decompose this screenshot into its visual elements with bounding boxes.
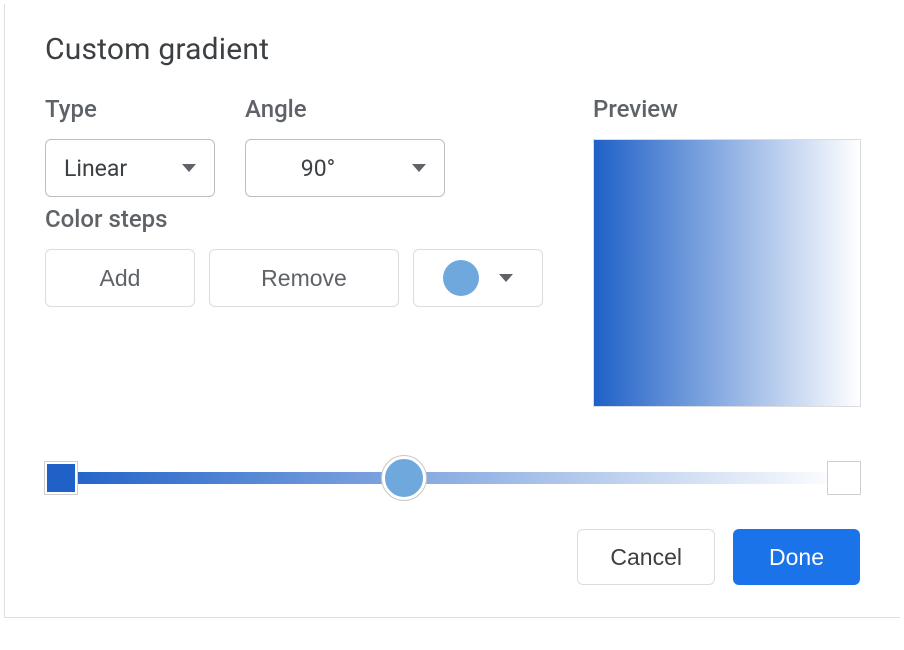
slider-track <box>59 472 846 484</box>
gradient-stop-end[interactable] <box>828 462 860 494</box>
color-steps-row: Add Remove <box>45 249 543 307</box>
caret-down-icon <box>412 164 426 172</box>
gradient-slider-thumb[interactable] <box>382 456 426 500</box>
done-button[interactable]: Done <box>733 529 860 585</box>
gradient-preview <box>593 139 861 407</box>
custom-gradient-dialog: Custom gradient Type Linear Angle 90° <box>4 4 900 618</box>
caret-down-icon <box>499 274 513 282</box>
step-color-select[interactable] <box>413 249 543 307</box>
caret-down-icon <box>182 164 196 172</box>
left-column: Type Linear Angle 90° Color steps Add <box>45 95 543 407</box>
color-steps-label: Color steps <box>45 205 543 233</box>
right-column: Preview <box>593 95 861 407</box>
type-value: Linear <box>64 155 127 182</box>
type-select[interactable]: Linear <box>45 139 215 197</box>
gradient-stop-start[interactable] <box>45 462 77 494</box>
preview-label: Preview <box>593 95 861 123</box>
gradient-slider[interactable] <box>45 455 860 501</box>
type-angle-row: Type Linear Angle 90° <box>45 95 543 197</box>
dialog-footer: Cancel Done <box>45 529 860 585</box>
main-row: Type Linear Angle 90° Color steps Add <box>45 95 860 407</box>
color-swatch-icon <box>443 260 479 296</box>
cancel-button[interactable]: Cancel <box>577 529 715 585</box>
add-step-button[interactable]: Add <box>45 249 195 307</box>
angle-value: 90° <box>264 155 372 182</box>
dialog-title: Custom gradient <box>45 32 860 67</box>
remove-step-button[interactable]: Remove <box>209 249 399 307</box>
type-group: Type Linear <box>45 95 215 197</box>
angle-label: Angle <box>245 95 445 123</box>
angle-select[interactable]: 90° <box>245 139 445 197</box>
angle-group: Angle 90° <box>245 95 445 197</box>
type-label: Type <box>45 95 215 123</box>
